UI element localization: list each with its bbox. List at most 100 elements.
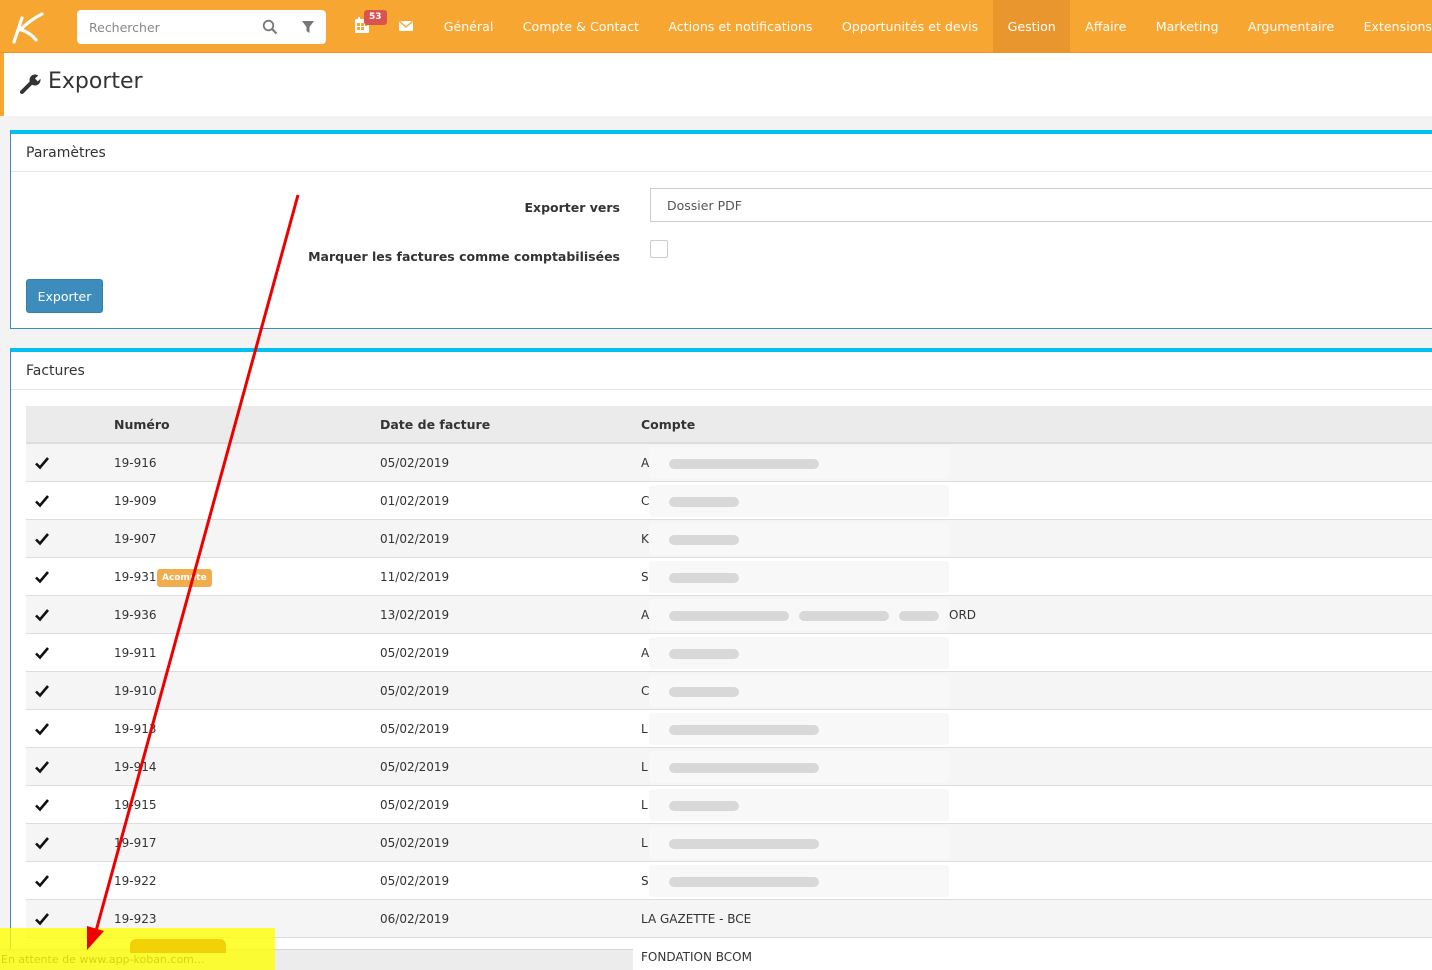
account-name[interactable]: L bbox=[641, 798, 648, 812]
wrench-icon bbox=[20, 74, 42, 94]
table-row[interactable]: 19-914 05/02/2019 L bbox=[26, 748, 1432, 786]
redacted-account-name bbox=[649, 713, 949, 745]
top-navbar: 53 GénéralCompte & ContactActions et not… bbox=[0, 0, 1432, 53]
account-name[interactable]: C bbox=[641, 684, 649, 698]
table-body: 19-916 05/02/2019 A 19-909 01/02/2019 C 19-907… bbox=[26, 444, 1432, 970]
checkmark-icon[interactable] bbox=[34, 759, 50, 775]
checkmark-icon[interactable] bbox=[34, 911, 50, 927]
account-name[interactable]: A bbox=[641, 608, 649, 622]
account-name[interactable]: C bbox=[641, 494, 649, 508]
account-name[interactable]: L bbox=[641, 760, 648, 774]
redacted-account-name bbox=[649, 675, 949, 707]
calendar-count-badge: 53 bbox=[364, 10, 387, 25]
account-name[interactable]: S bbox=[641, 874, 649, 888]
mark-accounted-checkbox[interactable] bbox=[650, 240, 668, 258]
params-panel: Paramètres Exporter vers Dossier PDF Mar… bbox=[10, 130, 1432, 329]
invoice-number[interactable]: 19-910 bbox=[114, 684, 157, 698]
export-destination-select[interactable]: Dossier PDF bbox=[650, 188, 1432, 222]
table-row[interactable]: 19-913 05/02/2019 L bbox=[26, 710, 1432, 748]
invoice-number[interactable]: 19-913 bbox=[114, 722, 157, 736]
table-row[interactable]: 19-931 Acompte 11/02/2019 S bbox=[26, 558, 1432, 596]
mail-icon[interactable] bbox=[398, 18, 414, 34]
invoice-number[interactable]: 19-907 bbox=[114, 532, 157, 546]
nav-item-actions-et-notifications[interactable]: Actions et notifications bbox=[654, 0, 827, 53]
nav-item-compte-contact[interactable]: Compte & Contact bbox=[508, 0, 654, 53]
checkmark-icon[interactable] bbox=[34, 455, 50, 471]
checkmark-icon[interactable] bbox=[34, 721, 50, 737]
invoice-date: 06/02/2019 bbox=[380, 912, 450, 926]
invoice-date: 01/02/2019 bbox=[380, 494, 450, 508]
checkmark-icon[interactable] bbox=[34, 873, 50, 889]
checkmark-icon[interactable] bbox=[34, 569, 50, 585]
export-button[interactable]: Exporter bbox=[26, 279, 103, 313]
table-row[interactable]: 19-910 05/02/2019 C bbox=[26, 672, 1432, 710]
table-row[interactable]: 19-916 05/02/2019 A bbox=[26, 444, 1432, 482]
table-row[interactable]: 19-915 05/02/2019 L bbox=[26, 786, 1432, 824]
invoice-number[interactable]: 19-914 bbox=[114, 760, 157, 774]
page-title: Exporter bbox=[48, 69, 143, 94]
checkmark-icon[interactable] bbox=[34, 645, 50, 661]
koban-logo-icon[interactable] bbox=[8, 10, 50, 44]
nav-item-marketing[interactable]: Marketing bbox=[1141, 0, 1233, 53]
nav-item-gestion[interactable]: Gestion bbox=[992, 0, 1071, 53]
checkmark-icon[interactable] bbox=[34, 797, 50, 813]
column-header-compte[interactable]: Compte bbox=[641, 417, 695, 432]
account-name[interactable]: LA GAZETTE - BCE bbox=[641, 912, 751, 926]
redacted-account-name bbox=[649, 637, 949, 669]
account-name[interactable]: L bbox=[641, 836, 648, 850]
table-row[interactable]: 19-922 05/02/2019 S bbox=[26, 862, 1432, 900]
account-name[interactable]: A bbox=[641, 456, 649, 470]
account-name[interactable]: L bbox=[641, 722, 648, 736]
invoices-panel: Factures Numéro Date de facture Compte 1… bbox=[10, 348, 1432, 970]
invoice-date: 05/02/2019 bbox=[380, 874, 450, 888]
nav-item-affaire[interactable]: Affaire bbox=[1070, 0, 1141, 53]
invoice-number[interactable]: 19-922 bbox=[114, 874, 157, 888]
nav-item-extensions[interactable]: Extensions bbox=[1349, 0, 1432, 53]
checkmark-icon[interactable] bbox=[34, 683, 50, 699]
invoice-number[interactable]: 19-931 bbox=[114, 570, 157, 584]
checkmark-icon[interactable] bbox=[34, 493, 50, 509]
invoice-number[interactable]: 19-916 bbox=[114, 456, 157, 470]
table-row[interactable]: 19-936 13/02/2019 A ORD bbox=[26, 596, 1432, 634]
table-row[interactable]: 19-917 05/02/2019 L bbox=[26, 824, 1432, 862]
column-header-numero[interactable]: Numéro bbox=[114, 417, 170, 432]
app-window: 53 GénéralCompte & ContactActions et not… bbox=[0, 0, 1432, 970]
table-row[interactable]: 19-911 05/02/2019 A bbox=[26, 634, 1432, 672]
account-name[interactable]: S bbox=[641, 570, 649, 584]
search-input[interactable] bbox=[77, 10, 257, 44]
invoice-date: 05/02/2019 bbox=[380, 722, 450, 736]
invoice-date: 13/02/2019 bbox=[380, 608, 450, 622]
table-header: Numéro Date de facture Compte bbox=[26, 406, 1432, 444]
search-icon[interactable] bbox=[262, 19, 278, 35]
column-header-date[interactable]: Date de facture bbox=[380, 417, 490, 432]
checkmark-icon[interactable] bbox=[34, 531, 50, 547]
page-header: Exporter bbox=[0, 53, 1432, 116]
nav-item-argumentaire[interactable]: Argumentaire bbox=[1233, 0, 1349, 53]
redacted-account-name bbox=[649, 561, 949, 593]
invoice-number[interactable]: 19-936 bbox=[114, 608, 157, 622]
redacted-account-name bbox=[649, 523, 949, 555]
checkmark-icon[interactable] bbox=[34, 835, 50, 851]
invoice-number[interactable]: 19-909 bbox=[114, 494, 157, 508]
invoice-number[interactable]: 19-911 bbox=[114, 646, 157, 660]
invoice-number[interactable]: 19-917 bbox=[114, 836, 157, 850]
nav-item-général[interactable]: Général bbox=[429, 0, 508, 53]
invoices-heading: Factures bbox=[11, 352, 1432, 390]
invoice-date: 05/02/2019 bbox=[380, 836, 450, 850]
invoice-number[interactable]: 19-915 bbox=[114, 798, 157, 812]
invoice-number[interactable]: 19-923 bbox=[114, 912, 157, 926]
table-row[interactable]: 19-907 01/02/2019 K bbox=[26, 520, 1432, 558]
acompte-badge: Acompte bbox=[157, 569, 212, 587]
mark-accounted-label: Marquer les factures comme comptabilisée… bbox=[308, 249, 620, 264]
invoice-date: 05/02/2019 bbox=[380, 684, 450, 698]
account-name[interactable]: K bbox=[641, 532, 649, 546]
filter-icon[interactable] bbox=[301, 20, 315, 34]
table-row[interactable]: 19-909 01/02/2019 C bbox=[26, 482, 1432, 520]
account-name[interactable]: FONDATION BCOM bbox=[641, 950, 752, 964]
invoice-date: 05/02/2019 bbox=[380, 798, 450, 812]
checkmark-icon[interactable] bbox=[34, 607, 50, 623]
invoice-date: 05/02/2019 bbox=[380, 760, 450, 774]
account-name[interactable]: A bbox=[641, 646, 649, 660]
nav-item-opportunités-et-devis[interactable]: Opportunités et devis bbox=[827, 0, 993, 53]
export-to-label: Exporter vers bbox=[524, 200, 620, 215]
